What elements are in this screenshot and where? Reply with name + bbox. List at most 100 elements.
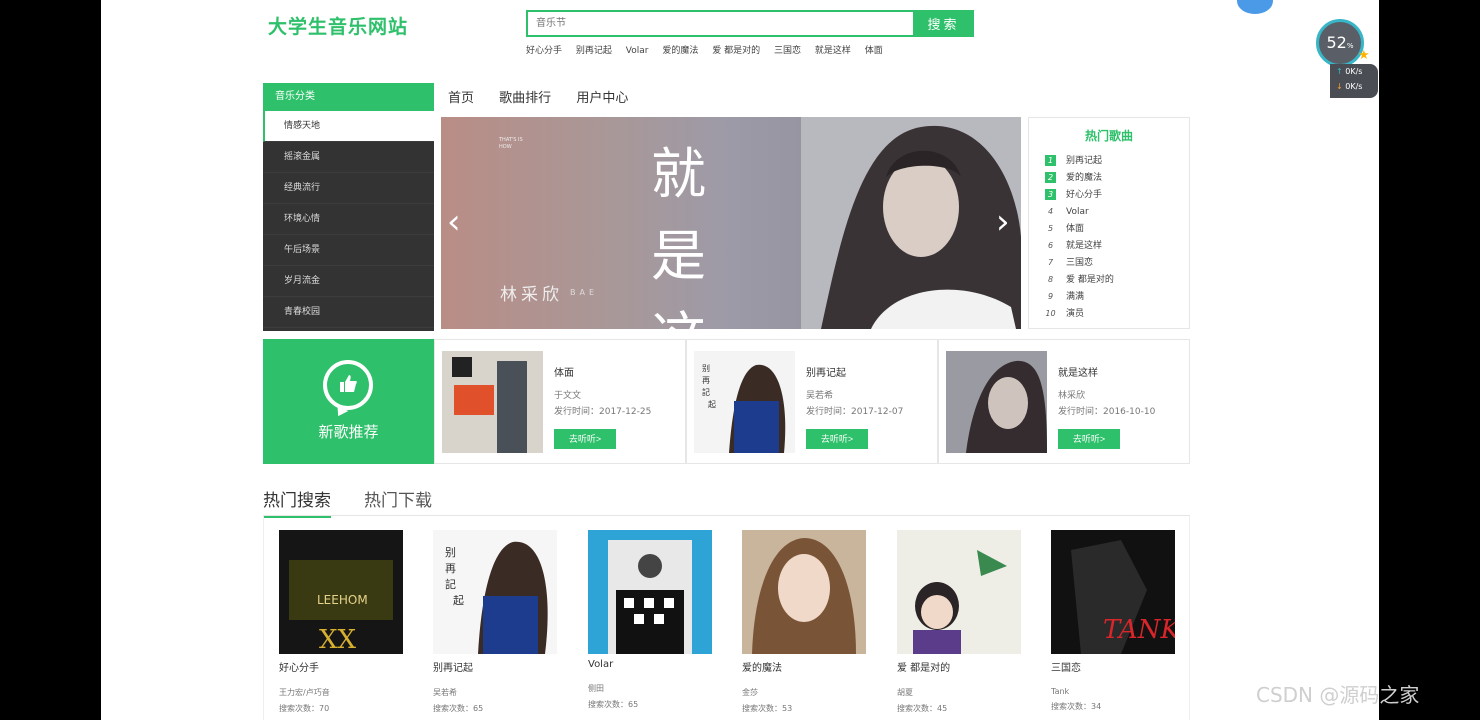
song-name[interactable]: 体面: [554, 364, 574, 379]
album-item[interactable]: 爱的魔法 金莎 搜索次数：53: [742, 530, 867, 714]
tab-hot-download[interactable]: 热门下载: [364, 486, 432, 516]
ranking-tabs: 热门搜索 热门下载: [263, 486, 1190, 518]
song-artist: 吴若希: [806, 391, 834, 401]
hot-song-name: 满满: [1066, 292, 1085, 302]
hot-song-item[interactable]: 3 好心分手: [1029, 187, 1189, 204]
svg-text:别: 别: [702, 364, 710, 373]
hot-song-item[interactable]: 1 别再记起: [1029, 153, 1189, 170]
album-artist: Tank: [1051, 687, 1070, 696]
speed-panel: ↑ 0K/s ↓ 0K/s: [1330, 64, 1378, 98]
song-name[interactable]: 就是这样: [1058, 364, 1098, 379]
album-item[interactable]: 别再記起 别再记起 吴若希 搜索次数：65: [433, 530, 558, 714]
nav-user-center[interactable]: 用户中心: [576, 91, 628, 106]
song-name[interactable]: 别再记起: [806, 364, 846, 379]
hot-song-item[interactable]: 2 爱的魔法: [1029, 170, 1189, 187]
music-site-page: 大学生音乐网站 搜索 好心分手 别再记起 Volar 爱的魔法 爱 都是对的 三…: [101, 0, 1379, 720]
search-box: 搜索: [526, 10, 974, 37]
banner-carousel[interactable]: THAT'S IS HOW 就是这样 林采欣 BAE ‹ ›: [441, 117, 1021, 329]
hot-word-link[interactable]: 体面: [865, 46, 883, 56]
svg-text:LEEHOM: LEEHOM: [317, 593, 368, 607]
search-count: 搜索次数：45: [897, 704, 948, 713]
album-cover: XX LEEHOM: [279, 530, 403, 654]
rank-number: 9: [1047, 292, 1054, 301]
hot-song-name: 别再记起: [1066, 156, 1103, 166]
album-cover: TANK: [1051, 530, 1175, 654]
hot-song-name: Volar: [1066, 207, 1089, 217]
category-item[interactable]: 午后场景: [263, 235, 434, 266]
hot-word-link[interactable]: 别再记起: [576, 46, 612, 56]
category-item[interactable]: 青春校园: [263, 297, 434, 328]
hot-song-item[interactable]: 9 满满: [1029, 289, 1189, 306]
album-name: Volar: [588, 659, 614, 670]
hot-song-name: 就是这样: [1066, 241, 1103, 251]
rank-number: 7: [1047, 258, 1054, 267]
hot-song-item[interactable]: 8 爱 都是对的: [1029, 272, 1189, 289]
hot-song-item[interactable]: 7 三国恋: [1029, 255, 1189, 272]
download-row: ↓ 0K/s: [1330, 79, 1378, 94]
hot-songs-panel: 热门歌曲 1 别再记起 2 爱的魔法 3 好心分手 4 Volar 5 体面 6 就是这样 …: [1028, 117, 1190, 329]
album-cover: [946, 351, 1047, 453]
hot-song-item[interactable]: 10 演员: [1029, 306, 1189, 323]
tab-hot-search[interactable]: 热门搜索: [263, 486, 331, 518]
nav-ranking[interactable]: 歌曲排行: [499, 91, 551, 106]
hot-song-item[interactable]: 5 体面: [1029, 221, 1189, 238]
hot-song-name: 爱 都是对的: [1066, 275, 1114, 285]
search-count: 搜索次数：70: [279, 704, 330, 713]
hot-word-link[interactable]: 好心分手: [526, 46, 562, 56]
svg-text:XX: XX: [319, 625, 357, 654]
network-speed-widget[interactable]: 52%: [1316, 19, 1364, 67]
site-logo[interactable]: 大学生音乐网站: [268, 12, 408, 39]
svg-text:起: 起: [708, 400, 716, 409]
banner-prev-arrow[interactable]: ‹: [447, 205, 461, 239]
category-item[interactable]: 岁月流金: [263, 266, 434, 297]
category-item[interactable]: 经典流行: [263, 173, 434, 204]
song-artist: 林采欣: [1058, 391, 1086, 401]
category-item[interactable]: 情感天地: [263, 111, 434, 142]
banner-photo: [801, 117, 1021, 329]
thumbs-up-icon: [323, 360, 373, 410]
download-arrow-icon: ↓: [1336, 82, 1346, 91]
nav-home[interactable]: 首页: [448, 91, 474, 106]
hot-word-link[interactable]: 三国恋: [774, 46, 801, 56]
svg-text:再: 再: [702, 376, 710, 385]
album-cover: 别再記起: [694, 351, 795, 453]
svg-text:再: 再: [445, 562, 456, 575]
song-artist: 于文文: [554, 391, 582, 401]
search-count: 搜索次数：34: [1051, 702, 1102, 711]
search-button[interactable]: 搜索: [913, 10, 974, 37]
rank-number: 10: [1045, 309, 1056, 318]
star-icon: ★: [1358, 48, 1370, 63]
rank-number: 5: [1047, 224, 1054, 233]
album-artist: 王力宏/卢巧音: [279, 688, 330, 697]
banner-next-arrow[interactable]: ›: [996, 205, 1010, 239]
song-release-date: 发行时间：2016-10-10: [1058, 407, 1156, 417]
album-artist: 胡夏: [897, 688, 913, 697]
svg-text:記: 記: [702, 387, 710, 397]
rank-badge: 3: [1045, 189, 1056, 200]
album-item[interactable]: TANK 三国恋 Tank 搜索次数：34: [1051, 530, 1176, 712]
rank-badge: 2: [1045, 172, 1056, 183]
rank-number: 8: [1047, 275, 1054, 284]
listen-button[interactable]: 去听听>: [806, 429, 868, 449]
listen-button[interactable]: 去听听>: [554, 429, 616, 449]
hot-song-item[interactable]: 6 就是这样: [1029, 238, 1189, 255]
svg-text:起: 起: [453, 594, 464, 607]
category-item[interactable]: 环境心情: [263, 204, 434, 235]
song-release-date: 发行时间：2017-12-25: [554, 407, 652, 417]
new-song-card: 别再記起 别再记起 吴若希 发行时间：2017-12-07 去听听>: [686, 339, 938, 464]
hot-word-link[interactable]: 爱的魔法: [662, 46, 698, 56]
album-artist: 金莎: [742, 688, 758, 697]
album-item[interactable]: 爱 都是对的 胡夏 搜索次数：45: [897, 530, 1022, 714]
search-input[interactable]: [528, 12, 913, 35]
hot-song-item[interactable]: 4 Volar: [1029, 204, 1189, 221]
album-artist: 侧田: [588, 684, 604, 693]
hot-word-link[interactable]: 爱 都是对的: [712, 46, 760, 56]
svg-text:别: 别: [445, 546, 456, 559]
hot-word-link[interactable]: Volar: [626, 46, 649, 56]
svg-text:記: 記: [445, 577, 456, 591]
listen-button[interactable]: 去听听>: [1058, 429, 1120, 449]
album-item[interactable]: Volar 侧田 搜索次数：65: [588, 530, 713, 710]
category-item[interactable]: 摇滚金属: [263, 142, 434, 173]
album-item[interactable]: XX LEEHOM 好心分手 王力宏/卢巧音 搜索次数：70: [279, 530, 404, 714]
hot-word-link[interactable]: 就是这样: [815, 46, 851, 56]
